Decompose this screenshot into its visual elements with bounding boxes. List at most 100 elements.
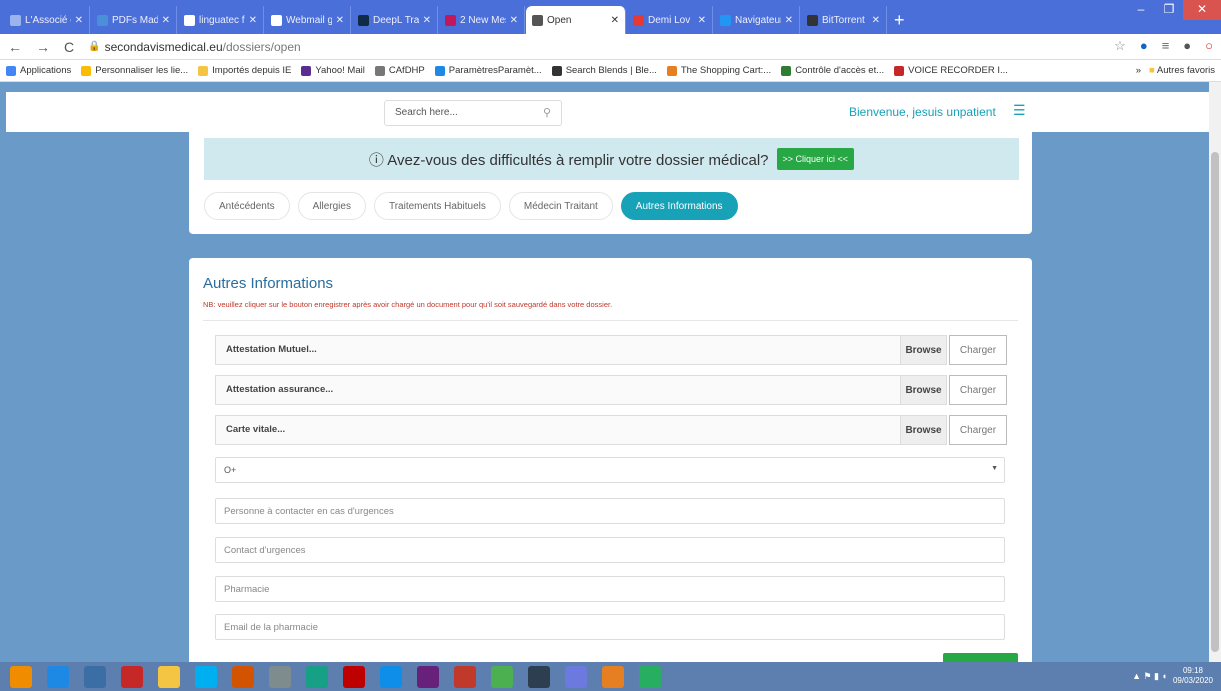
bookmark-item[interactable]: ParamètresParamèt...	[434, 65, 542, 76]
help-button[interactable]: >> Cliquer ici <<	[776, 148, 855, 170]
tab-m-decin-traitant[interactable]: Médecin Traitant	[508, 192, 613, 220]
tab-ant-c-dents[interactable]: Antécédents	[204, 192, 290, 220]
browser-tab[interactable]: 2 New Messa ✕	[439, 6, 525, 34]
close-tab-icon[interactable]: ✕	[336, 15, 344, 26]
welcome-user-link[interactable]: Bienvenue, jesuis unpatient	[849, 105, 996, 119]
browse-button[interactable]: Browse	[901, 335, 947, 365]
file-upload-row: Carte vitale... Browse Charger	[215, 415, 1007, 445]
power-icon[interactable]	[121, 665, 143, 688]
menu-list-icon[interactable]: ≡	[1162, 38, 1170, 54]
blood-group-select[interactable]: O+ ▼	[215, 457, 1005, 483]
tab-title: Demi Lov	[648, 14, 691, 26]
text-field[interactable]: Personne à contacter en cas d'urgences	[215, 498, 1005, 524]
close-tab-icon[interactable]: ✕	[611, 15, 619, 26]
skype-icon[interactable]	[195, 665, 217, 688]
bookmark-item[interactable]: Importés depuis IE	[198, 65, 291, 76]
bookmark-item[interactable]: Contrôle d'accès et...	[781, 65, 884, 76]
bookmark-item[interactable]: VOICE RECORDER I...	[894, 65, 1008, 76]
bookmark-item[interactable]: The Shopping Cart:...	[666, 65, 772, 76]
app-icon[interactable]	[232, 665, 254, 688]
bookmark-label: Applications	[20, 65, 72, 76]
minimize-icon[interactable]: –	[1127, 0, 1155, 20]
browser-tab[interactable]: Demi Lov ✕	[627, 6, 713, 34]
browser-tab[interactable]: Navigateur de ✕	[714, 6, 800, 34]
browser-tab[interactable]: Webmail grou ✕	[265, 6, 351, 34]
back-icon[interactable]: ←	[8, 39, 22, 55]
app-icon[interactable]	[306, 665, 328, 688]
close-tab-icon[interactable]: ✕	[872, 15, 880, 26]
browse-button[interactable]: Browse	[901, 415, 947, 445]
upload-button[interactable]: Charger	[949, 415, 1007, 445]
new-tab-button[interactable]: +	[894, 6, 905, 34]
clock[interactable]: 09:18 09/03/2020	[1173, 666, 1213, 686]
app-icon[interactable]	[565, 665, 587, 688]
forward-icon[interactable]: →	[36, 39, 50, 55]
bookmark-item[interactable]: Yahoo! Mail	[301, 65, 365, 76]
search-icon[interactable]: ⚲	[543, 106, 551, 119]
star-icon[interactable]: ☆	[1114, 38, 1126, 54]
browser-tab[interactable]: L'Associé du ✕	[4, 6, 90, 34]
app-icon[interactable]	[602, 665, 624, 688]
text-field[interactable]: Email de la pharmacie	[215, 614, 1005, 640]
close-tab-icon[interactable]: ✕	[249, 15, 257, 26]
close-window-icon[interactable]: ✕	[1183, 0, 1221, 20]
browser-tab[interactable]: linguatec fren ✕	[178, 6, 264, 34]
vs-icon[interactable]	[417, 665, 439, 688]
tab-autres-informations[interactable]: Autres Informations	[620, 192, 738, 220]
chrome-icon[interactable]	[491, 665, 513, 688]
text-field[interactable]: Contact d'urgences	[215, 537, 1005, 563]
maximize-icon[interactable]: ❐	[1155, 0, 1183, 20]
reload-icon[interactable]: C	[64, 39, 74, 55]
extension-icon[interactable]: ●	[1140, 38, 1148, 54]
bookmark-item[interactable]: Applications	[6, 65, 71, 76]
file-name-field[interactable]: Attestation assurance...	[215, 375, 901, 405]
page-scrollbar[interactable]	[1209, 82, 1221, 662]
upload-button[interactable]: Charger	[949, 335, 1007, 365]
p-icon[interactable]	[454, 665, 476, 688]
tab-traitements-habituels[interactable]: Traitements Habituels	[373, 192, 501, 220]
folder-icon[interactable]	[158, 665, 180, 688]
app-icon[interactable]	[84, 665, 106, 688]
bookmark-label: The Shopping Cart:...	[680, 65, 772, 76]
bookmarks-more-button[interactable]: »	[1136, 65, 1141, 76]
browse-button[interactable]: Browse	[901, 375, 947, 405]
close-tab-icon[interactable]: ✕	[785, 15, 793, 26]
browser-tab[interactable]: PDFs Made S ✕	[91, 6, 177, 34]
bookmark-label: ParamètresParamèt...	[448, 65, 542, 76]
close-tab-icon[interactable]: ✕	[698, 15, 706, 26]
bookmark-item[interactable]: Personnaliser les lie...	[81, 65, 188, 76]
teamviewer-icon[interactable]	[380, 665, 402, 688]
upload-button[interactable]: Charger	[949, 375, 1007, 405]
tray-icons[interactable]: ▲ ⚑ ▮ ◖	[1132, 671, 1167, 682]
app-icon[interactable]	[528, 665, 550, 688]
profile-icon[interactable]: ●	[1183, 38, 1191, 54]
lock-icon: 🔒	[88, 41, 101, 52]
app-icon[interactable]	[639, 665, 661, 688]
scrollbar-thumb[interactable]	[1211, 152, 1219, 652]
other-bookmarks-folder[interactable]: ■ Autres favoris	[1149, 65, 1215, 76]
hamburger-menu-icon[interactable]: ☰	[1013, 102, 1026, 119]
tab-allergies[interactable]: Allergies	[297, 192, 366, 220]
url-field[interactable]: secondavismedical.eu/dossiers/open	[105, 40, 301, 54]
browser-tab[interactable]: DeepL Tradu ✕	[352, 6, 438, 34]
close-tab-icon[interactable]: ✕	[75, 15, 83, 26]
bookmark-label: Yahoo! Mail	[315, 65, 365, 76]
filezilla-icon[interactable]	[343, 665, 365, 688]
search-placeholder: Search here...	[395, 107, 458, 118]
close-tab-icon[interactable]: ✕	[510, 15, 518, 26]
opera-icon[interactable]: ○	[1205, 38, 1213, 54]
ie-icon[interactable]	[47, 665, 69, 688]
bookmark-item[interactable]: CAfDHP	[374, 65, 425, 76]
network-icon[interactable]	[269, 665, 291, 688]
close-tab-icon[interactable]: ✕	[162, 15, 170, 26]
bookmark-label: Personnaliser les lie...	[95, 65, 189, 76]
close-tab-icon[interactable]: ✕	[423, 15, 431, 26]
vlc-icon[interactable]	[10, 665, 32, 688]
file-name-field[interactable]: Carte vitale...	[215, 415, 901, 445]
search-input[interactable]: Search here... ⚲	[384, 100, 562, 126]
bookmark-item[interactable]: Search Blends | Ble...	[551, 65, 657, 76]
browser-tab[interactable]: Open ✕	[526, 6, 626, 34]
text-field[interactable]: Pharmacie	[215, 576, 1005, 602]
file-name-field[interactable]: Attestation Mutuel...	[215, 335, 901, 365]
browser-tab[interactable]: BitTorrent - F ✕	[801, 6, 887, 34]
